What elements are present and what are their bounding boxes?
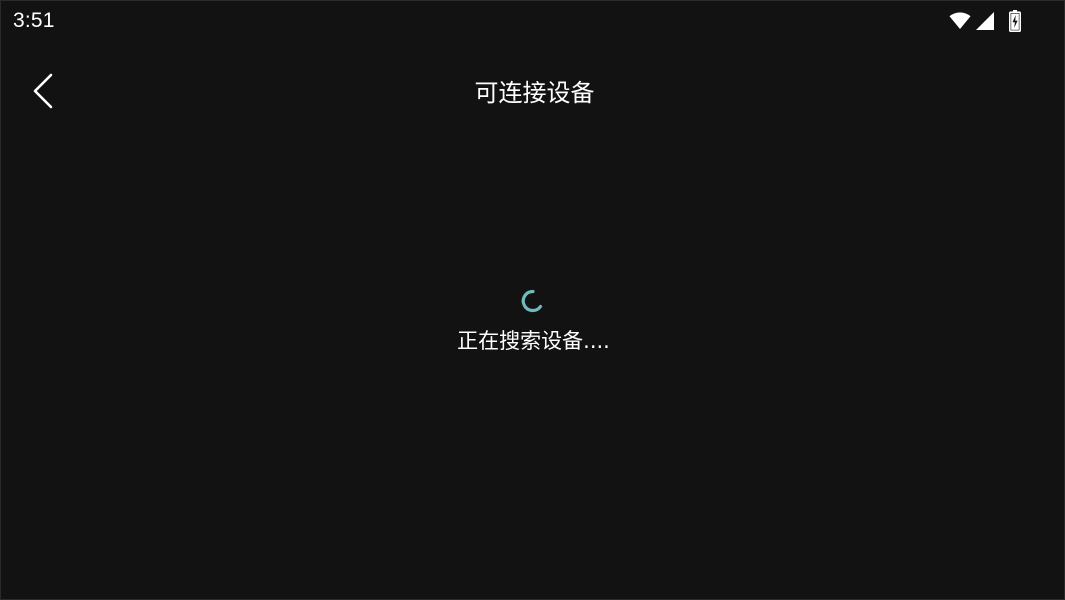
screen: 3:51 可连接设备 正在搜索设备....	[0, 0, 1065, 600]
app-bar: 可连接设备	[1, 61, 1065, 125]
status-time: 3:51	[13, 9, 55, 32]
page-title: 可连接设备	[474, 79, 595, 107]
battery-charging-icon	[1009, 10, 1021, 32]
status-bar: 3:51	[1, 1, 1065, 41]
status-icons	[949, 9, 1021, 33]
cellular-signal-icon	[975, 11, 995, 31]
loading-message: 正在搜索设备....	[457, 329, 610, 353]
device-search-loading: 正在搜索设备....	[1, 287, 1064, 355]
loading-spinner-icon	[519, 287, 547, 315]
wifi-icon	[949, 12, 971, 30]
